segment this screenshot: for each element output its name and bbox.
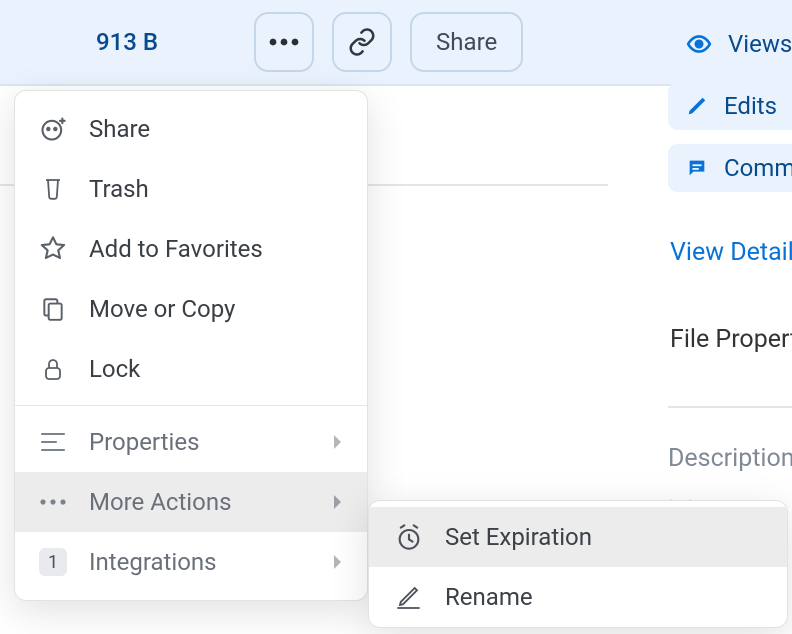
share-button[interactable]: Share [410, 12, 523, 72]
submenu-item-set-expiration[interactable]: Set Expiration [369, 507, 787, 567]
view-details-link[interactable]: View Details [670, 238, 792, 267]
menu-item-more-actions[interactable]: More Actions [15, 472, 367, 532]
menu-item-lock[interactable]: Lock [15, 339, 367, 399]
submenu-item-label: Rename [445, 583, 533, 611]
menu-item-label: Properties [89, 428, 311, 456]
chevron-right-icon [333, 494, 343, 510]
star-icon [39, 235, 67, 263]
comment-icon [686, 157, 708, 179]
share-button-label: Share [436, 28, 497, 56]
share-add-icon [39, 115, 67, 143]
submenu-item-label: Set Expiration [445, 523, 592, 551]
stats-column: Views Edits Comments View Details File P… [668, 20, 792, 354]
menu-separator [15, 405, 367, 406]
more-icon [40, 499, 66, 505]
context-menu: Share Trash Add to Favorites Move or Cop… [14, 90, 368, 601]
trash-icon [41, 176, 65, 202]
menu-item-label: Integrations [89, 548, 311, 576]
menu-item-share[interactable]: Share [15, 99, 367, 159]
file-properties-heading: File Properties [670, 325, 792, 354]
edits-stat[interactable]: Edits [668, 82, 792, 130]
list-icon [40, 431, 66, 453]
integrations-count-badge: 1 [39, 548, 67, 576]
lock-icon [41, 356, 65, 382]
copy-icon [40, 296, 66, 322]
menu-item-trash[interactable]: Trash [15, 159, 367, 219]
menu-item-properties[interactable]: Properties [15, 412, 367, 472]
file-size-label: 913 B [96, 28, 158, 56]
chevron-right-icon [333, 434, 343, 450]
edits-label: Edits [724, 92, 777, 120]
divider [668, 406, 792, 408]
more-actions-button[interactable] [254, 12, 314, 72]
menu-item-label: Trash [89, 175, 343, 203]
menu-item-favorites[interactable]: Add to Favorites [15, 219, 367, 279]
more-icon [269, 38, 299, 46]
menu-item-label: Move or Copy [89, 295, 343, 323]
pencil-icon [686, 95, 708, 117]
menu-item-label: Lock [89, 355, 343, 383]
menu-item-move-copy[interactable]: Move or Copy [15, 279, 367, 339]
description-label: Description [668, 444, 792, 473]
rename-icon [395, 584, 423, 610]
menu-item-label: More Actions [89, 488, 311, 516]
copy-link-button[interactable] [332, 12, 392, 72]
comments-stat[interactable]: Comments [668, 144, 792, 192]
views-stat[interactable]: Views [668, 20, 792, 68]
menu-item-label: Add to Favorites [89, 235, 343, 263]
menu-item-label: Share [89, 115, 343, 143]
chevron-right-icon [333, 554, 343, 570]
views-label: Views [728, 30, 792, 58]
submenu-item-rename[interactable]: Rename [369, 567, 787, 627]
eye-icon [686, 31, 712, 57]
link-icon [347, 27, 377, 57]
comments-label: Comments [724, 154, 792, 182]
more-actions-submenu: Set Expiration Rename [368, 500, 788, 628]
menu-item-integrations[interactable]: 1 Integrations [15, 532, 367, 592]
clock-icon [395, 523, 423, 551]
